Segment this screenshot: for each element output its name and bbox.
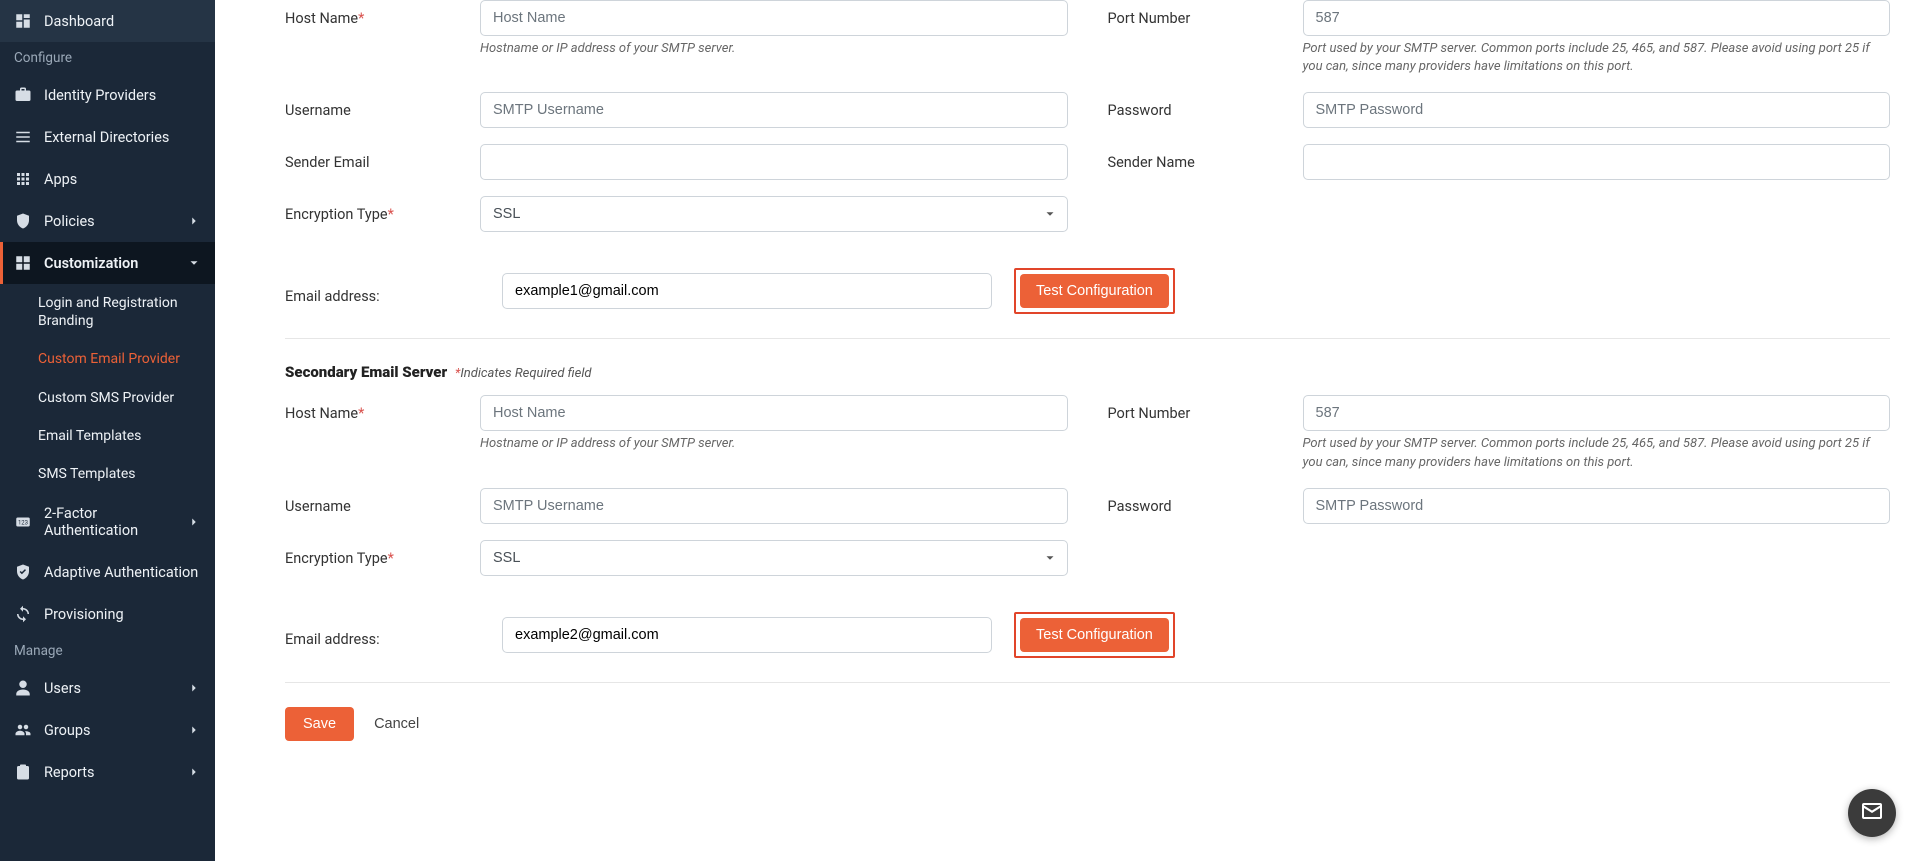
briefcase-icon xyxy=(14,86,32,104)
sender-name-label: Sender Name xyxy=(1108,144,1303,171)
list-icon xyxy=(14,128,32,146)
secondary-username-input[interactable] xyxy=(480,488,1068,524)
secondary-host-name-help: Hostname or IP address of your SMTP serv… xyxy=(480,435,1068,453)
sidebar-sub-sms-templates[interactable]: SMS Templates xyxy=(0,455,215,493)
sidebar-label: Reports xyxy=(44,764,175,781)
sidebar-item-dashboard[interactable]: Dashboard xyxy=(0,0,215,42)
widgets-icon xyxy=(14,254,32,272)
host-name-help: Hostname or IP address of your SMTP serv… xyxy=(480,40,1068,58)
sidebar-sub-login-branding[interactable]: Login and Registration Branding xyxy=(0,284,215,340)
sender-email-label: Sender Email xyxy=(285,144,480,171)
sidebar-item-adaptive-auth[interactable]: Adaptive Authentication xyxy=(0,551,215,593)
grid-icon xyxy=(14,170,32,188)
divider xyxy=(285,338,1890,339)
secondary-test-button-highlight: Test Configuration xyxy=(1014,612,1175,658)
sidebar-label: Dashboard xyxy=(44,13,201,30)
two-factor-icon: 123 xyxy=(14,513,32,531)
sidebar: Dashboard Configure Identity Providers E… xyxy=(0,0,215,861)
sender-email-input[interactable] xyxy=(480,144,1068,180)
secondary-password-input[interactable] xyxy=(1303,488,1891,524)
sidebar-label: Customization xyxy=(44,255,175,272)
sidebar-label: Identity Providers xyxy=(44,87,201,104)
action-row: Save Cancel xyxy=(285,707,1890,741)
test-button-highlight: Test Configuration xyxy=(1014,268,1175,314)
secondary-email-address-label: Email address: xyxy=(285,621,480,648)
sidebar-item-provisioning[interactable]: Provisioning xyxy=(0,593,215,635)
save-button[interactable]: Save xyxy=(285,707,354,741)
password-label: Password xyxy=(1108,92,1303,119)
groups-icon xyxy=(14,721,32,739)
test-configuration-button[interactable]: Test Configuration xyxy=(1020,274,1169,308)
secondary-password-label: Password xyxy=(1108,488,1303,515)
chevron-right-icon xyxy=(187,723,201,737)
test-email-input[interactable] xyxy=(502,273,992,309)
port-number-label: Port Number xyxy=(1108,0,1303,27)
chevron-right-icon xyxy=(187,765,201,779)
sidebar-item-policies[interactable]: Policies xyxy=(0,200,215,242)
password-input[interactable] xyxy=(1303,92,1891,128)
divider xyxy=(285,682,1890,683)
cancel-button[interactable]: Cancel xyxy=(374,716,419,732)
host-name-label: Host Name* xyxy=(285,0,480,27)
sidebar-item-users[interactable]: Users xyxy=(0,667,215,709)
secondary-port-number-input[interactable] xyxy=(1303,395,1891,431)
chevron-right-icon xyxy=(187,214,201,228)
sidebar-section-configure: Configure xyxy=(0,42,215,74)
sidebar-sub-custom-email[interactable]: Custom Email Provider xyxy=(0,340,215,378)
sender-name-input[interactable] xyxy=(1303,144,1891,180)
secondary-port-number-label: Port Number xyxy=(1108,395,1303,422)
sidebar-label: Groups xyxy=(44,722,175,739)
email-address-label: Email address: xyxy=(285,278,480,305)
sidebar-label: 2-Factor Authentication xyxy=(44,505,175,539)
sidebar-label: External Directories xyxy=(44,129,201,146)
secondary-port-number-help: Port used by your SMTP server. Common po… xyxy=(1303,435,1891,471)
chat-fab[interactable] xyxy=(1848,789,1896,837)
sidebar-label: Provisioning xyxy=(44,606,201,623)
svg-text:123: 123 xyxy=(18,519,28,526)
main-content: Host Name* Hostname or IP address of you… xyxy=(215,0,1920,861)
sync-icon xyxy=(14,605,32,623)
encryption-type-select[interactable]: SSL xyxy=(480,196,1068,232)
sidebar-section-manage: Manage xyxy=(0,635,215,667)
secondary-test-configuration-button[interactable]: Test Configuration xyxy=(1020,618,1169,652)
sidebar-item-two-factor[interactable]: 123 2-Factor Authentication xyxy=(0,493,215,551)
shield-icon xyxy=(14,212,32,230)
sidebar-item-groups[interactable]: Groups xyxy=(0,709,215,751)
mail-icon xyxy=(1860,799,1884,827)
port-number-help: Port used by your SMTP server. Common po… xyxy=(1303,40,1891,76)
dashboard-icon xyxy=(14,12,32,30)
sidebar-item-identity-providers[interactable]: Identity Providers xyxy=(0,74,215,116)
sidebar-label: Adaptive Authentication xyxy=(44,564,201,581)
chevron-down-icon xyxy=(187,256,201,270)
username-input[interactable] xyxy=(480,92,1068,128)
sidebar-label: Apps xyxy=(44,171,201,188)
secondary-server-title: Secondary Email Server *Indicates Requir… xyxy=(285,363,1890,381)
secondary-encryption-type-select[interactable]: SSL xyxy=(480,540,1068,576)
sidebar-item-external-directories[interactable]: External Directories xyxy=(0,116,215,158)
encryption-type-label: Encryption Type* xyxy=(285,196,480,223)
chevron-right-icon xyxy=(187,515,201,529)
sidebar-label: Policies xyxy=(44,213,175,230)
sidebar-sub-email-templates[interactable]: Email Templates xyxy=(0,417,215,455)
sidebar-item-reports[interactable]: Reports xyxy=(0,751,215,793)
clipboard-icon xyxy=(14,763,32,781)
user-icon xyxy=(14,679,32,697)
secondary-encryption-type-label: Encryption Type* xyxy=(285,540,480,567)
port-number-input[interactable] xyxy=(1303,0,1891,36)
secondary-host-name-input[interactable] xyxy=(480,395,1068,431)
sidebar-sub-custom-sms[interactable]: Custom SMS Provider xyxy=(0,379,215,417)
sidebar-item-customization[interactable]: Customization xyxy=(0,242,215,284)
secondary-host-name-label: Host Name* xyxy=(285,395,480,422)
sidebar-label: Users xyxy=(44,680,175,697)
sidebar-item-apps[interactable]: Apps xyxy=(0,158,215,200)
host-name-input[interactable] xyxy=(480,0,1068,36)
shield-check-icon xyxy=(14,563,32,581)
chevron-right-icon xyxy=(187,681,201,695)
username-label: Username xyxy=(285,92,480,119)
secondary-test-email-input[interactable] xyxy=(502,617,992,653)
secondary-username-label: Username xyxy=(285,488,480,515)
